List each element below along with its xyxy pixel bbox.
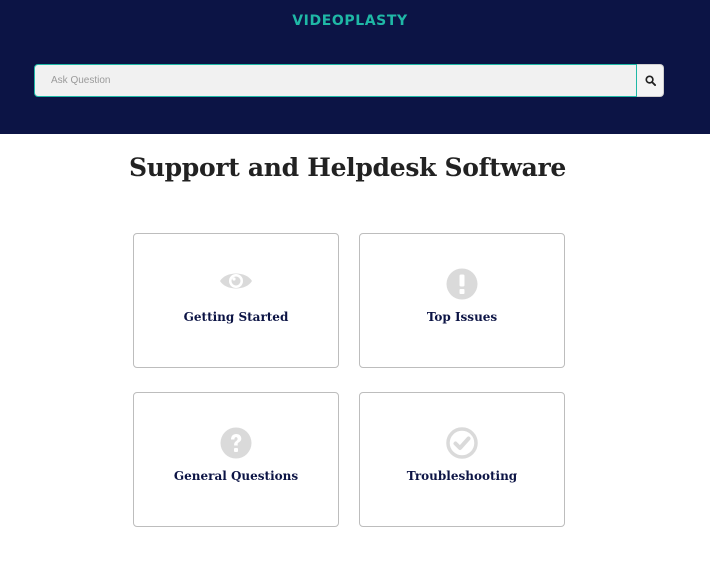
site-header: VIDEOPLASTY — [0, 0, 710, 134]
search-bar — [34, 64, 664, 97]
category-label: Getting Started — [183, 310, 289, 324]
search-button[interactable] — [637, 64, 664, 97]
category-card-getting-started[interactable]: Getting Started — [133, 233, 339, 368]
category-card-troubleshooting[interactable]: Troubleshooting — [359, 392, 565, 527]
page-title: Support and Helpdesk Software — [129, 153, 566, 182]
exclamation-circle-icon — [446, 268, 478, 300]
question-circle-icon — [220, 427, 252, 459]
category-card-top-issues[interactable]: Top Issues — [359, 233, 565, 368]
category-label: Troubleshooting — [406, 469, 518, 483]
category-label: Top Issues — [426, 310, 498, 324]
check-circle-icon — [446, 427, 478, 459]
category-card-general-questions[interactable]: General Questions — [133, 392, 339, 527]
eye-icon — [220, 273, 252, 289]
search-input[interactable] — [34, 64, 637, 97]
search-icon — [644, 75, 656, 86]
category-label: General Questions — [173, 469, 299, 483]
videoplasty-logo[interactable]: VIDEOPLASTY — [0, 13, 700, 29]
